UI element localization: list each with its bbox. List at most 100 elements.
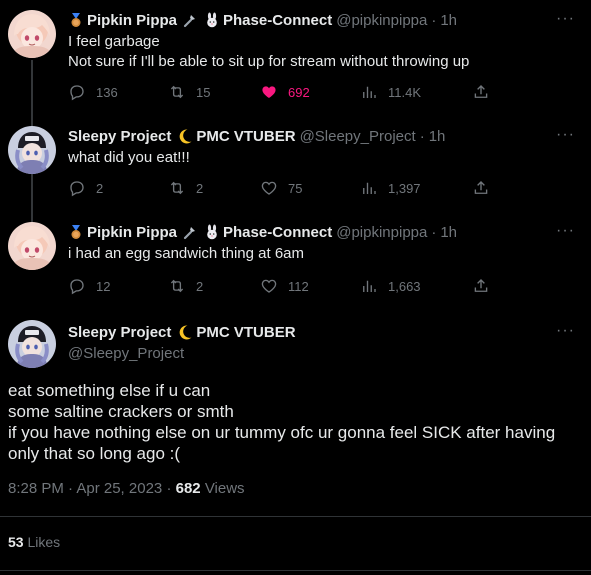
moon-emoji — [177, 128, 193, 144]
handle[interactable]: @pipkinpippa — [336, 224, 427, 241]
display-name[interactable]: Sleepy Project — [68, 324, 171, 341]
views-label: Views — [204, 480, 245, 497]
like-count: 75 — [288, 180, 303, 196]
views-icon — [360, 179, 378, 197]
group-name[interactable]: PMC VTUBER — [196, 324, 295, 341]
retweet-icon — [168, 83, 186, 101]
divider — [0, 516, 591, 517]
group-name[interactable]: PMC VTUBER — [196, 128, 295, 145]
views-button[interactable]: 11.4K — [360, 83, 421, 101]
share-icon — [472, 83, 490, 101]
views-count: 682 — [175, 480, 201, 497]
like-button[interactable]: 75 — [260, 179, 302, 197]
tweet-text: i had an egg sandwich thing at 6am — [68, 245, 304, 262]
tweet[interactable]: Pipkin Pippa Phase-Connect @pipkinpippa … — [0, 222, 591, 302]
handle[interactable]: @pipkinpippa — [336, 12, 427, 29]
rabbit-emoji — [204, 12, 220, 28]
separator: · — [431, 11, 437, 29]
divider — [0, 570, 591, 571]
medal-emoji — [68, 224, 84, 240]
avatar[interactable] — [8, 10, 56, 58]
retweet-count: 2 — [196, 278, 204, 294]
timestamp[interactable]: 1h — [440, 224, 457, 241]
like-count: 692 — [288, 84, 310, 100]
retweet-button[interactable]: 2 — [168, 179, 203, 197]
views-icon — [360, 83, 378, 101]
tweet-header: Sleepy Project PMC VTUBER @Sleepy_Projec… — [68, 126, 445, 146]
reply-count: 136 — [96, 84, 118, 100]
reply-icon — [68, 83, 86, 101]
views-button[interactable]: 1,397 — [360, 179, 421, 197]
display-name[interactable]: Sleepy Project — [68, 128, 171, 145]
group-name[interactable]: Phase-Connect — [223, 12, 332, 29]
like-count: 112 — [288, 278, 309, 294]
view-count: 11.4K — [388, 84, 422, 100]
share-button[interactable] — [472, 277, 500, 295]
handle[interactable]: @Sleepy_Project — [68, 345, 184, 362]
handle-row: @Sleepy_Project — [68, 343, 184, 363]
display-name[interactable]: Pipkin Pippa — [87, 224, 177, 241]
share-icon — [472, 179, 490, 197]
more-icon[interactable]: ··· — [556, 126, 575, 144]
more-icon[interactable]: ··· — [556, 10, 575, 28]
views-button[interactable]: 1,663 — [360, 277, 421, 295]
view-count: 1,397 — [388, 180, 421, 196]
tweet-meta: 8:28 PM · Apr 25, 2023 · 682 Views — [8, 480, 245, 497]
reply-button[interactable]: 12 — [68, 277, 110, 295]
retweet-icon — [168, 179, 186, 197]
more-icon[interactable]: ··· — [556, 222, 575, 240]
reply-icon — [68, 277, 86, 295]
tweet-header: Sleepy Project PMC VTUBER — [68, 322, 296, 342]
action-bar: 136 15 692 11.4K — [68, 82, 488, 102]
group-name[interactable]: Phase-Connect — [223, 224, 332, 241]
more-icon[interactable]: ··· — [556, 322, 575, 340]
tweet-text: I feel garbage Not sure if I'll be able … — [68, 33, 470, 70]
reply-count: 12 — [96, 278, 111, 294]
likes-label: Likes — [27, 534, 61, 550]
tweet[interactable]: Sleepy Project PMC VTUBER @Sleepy_Projec… — [0, 126, 591, 206]
timestamp[interactable]: 1h — [429, 128, 446, 145]
medal-emoji — [68, 12, 84, 28]
share-button[interactable] — [472, 179, 500, 197]
focused-tweet-text: eat something else if u can some saltine… — [8, 381, 556, 463]
reply-icon — [68, 179, 86, 197]
separator: · — [419, 127, 425, 145]
separator: · — [431, 223, 437, 241]
rabbit-emoji — [204, 224, 220, 240]
reply-count: 2 — [96, 180, 104, 196]
like-button[interactable]: 112 — [260, 277, 309, 295]
retweet-button[interactable]: 15 — [168, 83, 210, 101]
tweet-header: Pipkin Pippa Phase-Connect @pipkinpippa … — [68, 10, 457, 30]
tweet-text: what did you eat!!! — [68, 149, 190, 166]
display-name[interactable]: Pipkin Pippa — [87, 12, 177, 29]
retweet-button[interactable]: 2 — [168, 277, 203, 295]
view-count: 1,663 — [388, 278, 421, 294]
avatar[interactable] — [8, 126, 56, 174]
like-button[interactable]: 692 — [260, 83, 310, 101]
likes-summary[interactable]: 53 Likes — [8, 534, 60, 550]
likes-count: 53 — [8, 534, 24, 550]
retweet-icon — [168, 277, 186, 295]
action-bar: 12 2 112 1,663 — [68, 276, 488, 296]
heart-icon — [260, 83, 278, 101]
avatar[interactable] — [8, 320, 56, 368]
post-timestamp[interactable]: 8:28 PM · Apr 25, 2023 — [8, 480, 162, 497]
share-icon — [472, 277, 490, 295]
heart-icon — [260, 277, 278, 295]
avatar[interactable] — [8, 222, 56, 270]
views-icon — [360, 277, 378, 295]
wrench-emoji — [182, 224, 198, 240]
wrench-emoji — [182, 12, 198, 28]
moon-emoji — [177, 324, 193, 340]
separator: · — [166, 480, 172, 497]
tweet[interactable]: Pipkin Pippa Phase-Connect @pipkinpippa … — [0, 10, 591, 110]
tweet-header: Pipkin Pippa Phase-Connect @pipkinpippa … — [68, 222, 457, 242]
share-button[interactable] — [472, 83, 500, 101]
action-bar: 2 2 75 1,397 — [68, 178, 488, 198]
reply-button[interactable]: 136 — [68, 83, 118, 101]
retweet-count: 2 — [196, 180, 204, 196]
timestamp[interactable]: 1h — [440, 12, 457, 29]
reply-button[interactable]: 2 — [68, 179, 103, 197]
focused-tweet[interactable]: Sleepy Project PMC VTUBER @Sleepy_Projec… — [0, 320, 591, 380]
handle[interactable]: @Sleepy_Project — [300, 128, 416, 145]
